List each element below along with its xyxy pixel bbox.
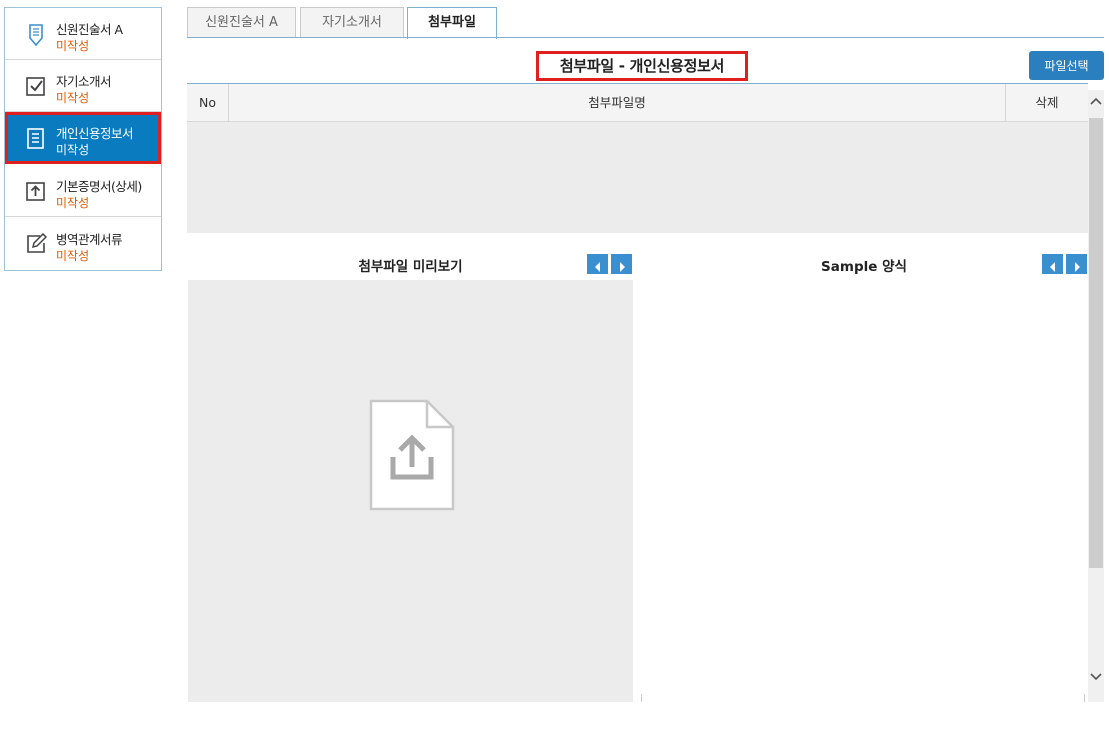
sample-next-button[interactable]: [1066, 254, 1087, 274]
sidebar-item-status: 미작성: [56, 249, 90, 263]
sample-title: Sample 양식: [821, 259, 907, 275]
sidebar: 신원진술서 A 미작성 자기소개서 미작성 개인신용정보서 미작성 기본증명서(…: [4, 7, 162, 271]
scroll-up-icon[interactable]: [1088, 94, 1104, 112]
page-title: 첨부파일 - 개인신용정보서: [536, 51, 748, 81]
sidebar-item-basic-certificate[interactable]: 기본증명서(상세) 미작성: [5, 165, 161, 217]
sidebar-item-status: 미작성: [56, 143, 90, 157]
checkbox-icon: [25, 75, 47, 97]
vertical-scrollbar[interactable]: [1088, 90, 1104, 702]
sidebar-item-label: 병역관계서류: [56, 232, 123, 247]
sidebar-item-personal-credit[interactable]: 개인신용정보서 미작성: [5, 112, 161, 164]
sidebar-item-identity-statement[interactable]: 신원진술서 A 미작성: [5, 8, 161, 60]
sidebar-item-label: 자기소개서: [56, 74, 112, 89]
preview-prev-button[interactable]: [587, 254, 608, 274]
column-header-delete: 삭제: [1035, 95, 1059, 110]
scrollbar-thumb[interactable]: [1089, 118, 1103, 568]
sidebar-item-status: 미작성: [56, 196, 90, 210]
pencil-clipboard-icon: [25, 23, 47, 47]
preview-next-button[interactable]: [611, 254, 632, 274]
preview-title: 첨부파일 미리보기: [358, 259, 463, 275]
sidebar-item-label: 신원진술서 A: [56, 22, 123, 37]
sidebar-item-label: 기본증명서(상세): [56, 179, 142, 194]
sidebar-item-status: 미작성: [56, 39, 90, 53]
column-header-no: No: [187, 84, 229, 121]
sample-prev-button[interactable]: [1042, 254, 1063, 274]
scroll-down-icon[interactable]: [1088, 670, 1104, 688]
divider: [1084, 694, 1085, 702]
attachment-preview-area: [188, 280, 633, 702]
file-select-button[interactable]: 파일선택: [1029, 51, 1104, 80]
tab-self-introduction[interactable]: 자기소개서: [300, 7, 404, 37]
attachment-table: No 첨부파일명 삭제: [187, 83, 1088, 233]
upload-box-icon: [25, 180, 47, 202]
tab-underline: [187, 37, 1104, 38]
tab-attachments[interactable]: 첨부파일: [407, 7, 497, 39]
arrow-left-icon: [1049, 261, 1055, 272]
arrow-left-icon: [594, 261, 600, 272]
arrow-right-icon: [1074, 261, 1080, 272]
edit-icon: [25, 232, 48, 255]
divider: [641, 694, 642, 702]
table-header: No 첨부파일명 삭제: [187, 84, 1088, 122]
column-header-filename: 첨부파일명: [229, 84, 1006, 121]
document-icon: [25, 127, 47, 149]
sidebar-item-self-introduction[interactable]: 자기소개서 미작성: [5, 60, 161, 112]
sidebar-item-label: 개인신용정보서: [56, 126, 134, 141]
arrow-right-icon: [619, 261, 625, 272]
tab-identity-statement[interactable]: 신원진술서 A: [187, 7, 296, 37]
sample-form-area: [641, 280, 1087, 702]
sidebar-item-status: 미작성: [56, 91, 90, 105]
file-upload-icon: [369, 399, 455, 515]
sidebar-item-military-documents[interactable]: 병역관계서류 미작성: [5, 218, 161, 270]
